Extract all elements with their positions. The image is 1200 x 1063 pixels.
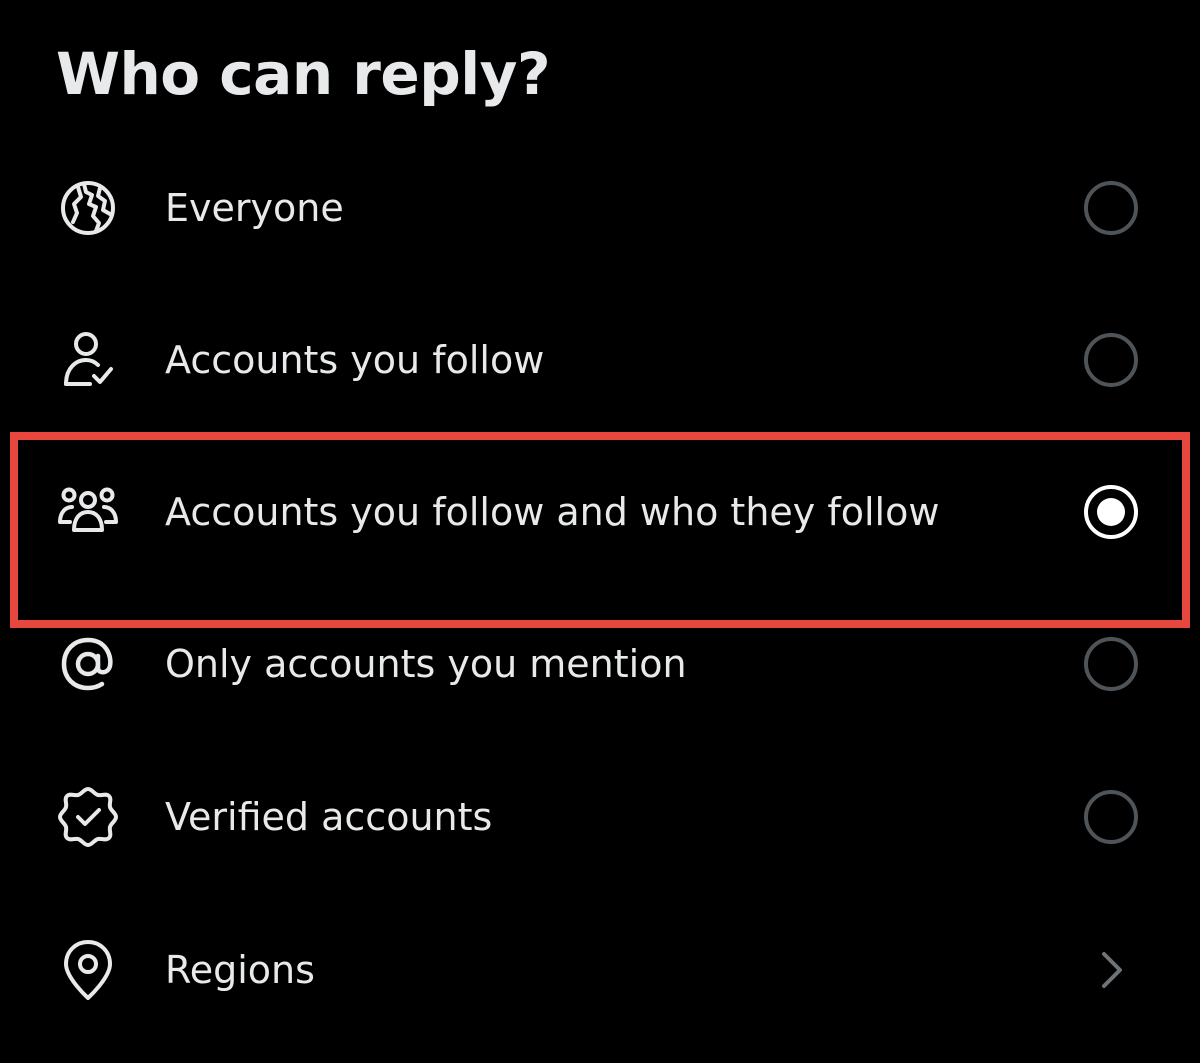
option-regions[interactable]: Regions (0, 920, 1200, 1020)
location-pin-icon (56, 938, 120, 1002)
option-accounts-you-follow[interactable]: Accounts you follow (0, 310, 1200, 410)
option-everyone[interactable]: Everyone (0, 158, 1200, 258)
option-only-accounts-you-mention[interactable]: Only accounts you mention (0, 614, 1200, 714)
reply-settings-sheet: Who can reply? Everyone Accounts you fol… (0, 0, 1200, 1063)
option-label: Regions (165, 948, 315, 992)
option-label: Accounts you follow and who they follow (165, 490, 940, 534)
page-title: Who can reply? (56, 40, 551, 108)
option-label: Accounts you follow (165, 338, 545, 382)
verified-badge-icon (56, 785, 120, 849)
option-label: Only accounts you mention (165, 642, 687, 686)
radio-button[interactable] (1084, 790, 1138, 844)
radio-button-selected[interactable] (1084, 485, 1138, 539)
option-label: Verified accounts (165, 795, 493, 839)
globe-icon (56, 176, 120, 240)
option-label: Everyone (165, 186, 344, 230)
person-check-icon (56, 328, 120, 392)
chevron-right-icon[interactable] (1094, 948, 1128, 992)
at-sign-icon (56, 632, 120, 696)
option-accounts-you-follow-and-who-they-follow[interactable]: Accounts you follow and who they follow (0, 462, 1200, 562)
radio-button[interactable] (1084, 333, 1138, 387)
radio-button[interactable] (1084, 637, 1138, 691)
radio-button[interactable] (1084, 181, 1138, 235)
option-verified-accounts[interactable]: Verified accounts (0, 767, 1200, 867)
people-group-icon (56, 480, 120, 544)
